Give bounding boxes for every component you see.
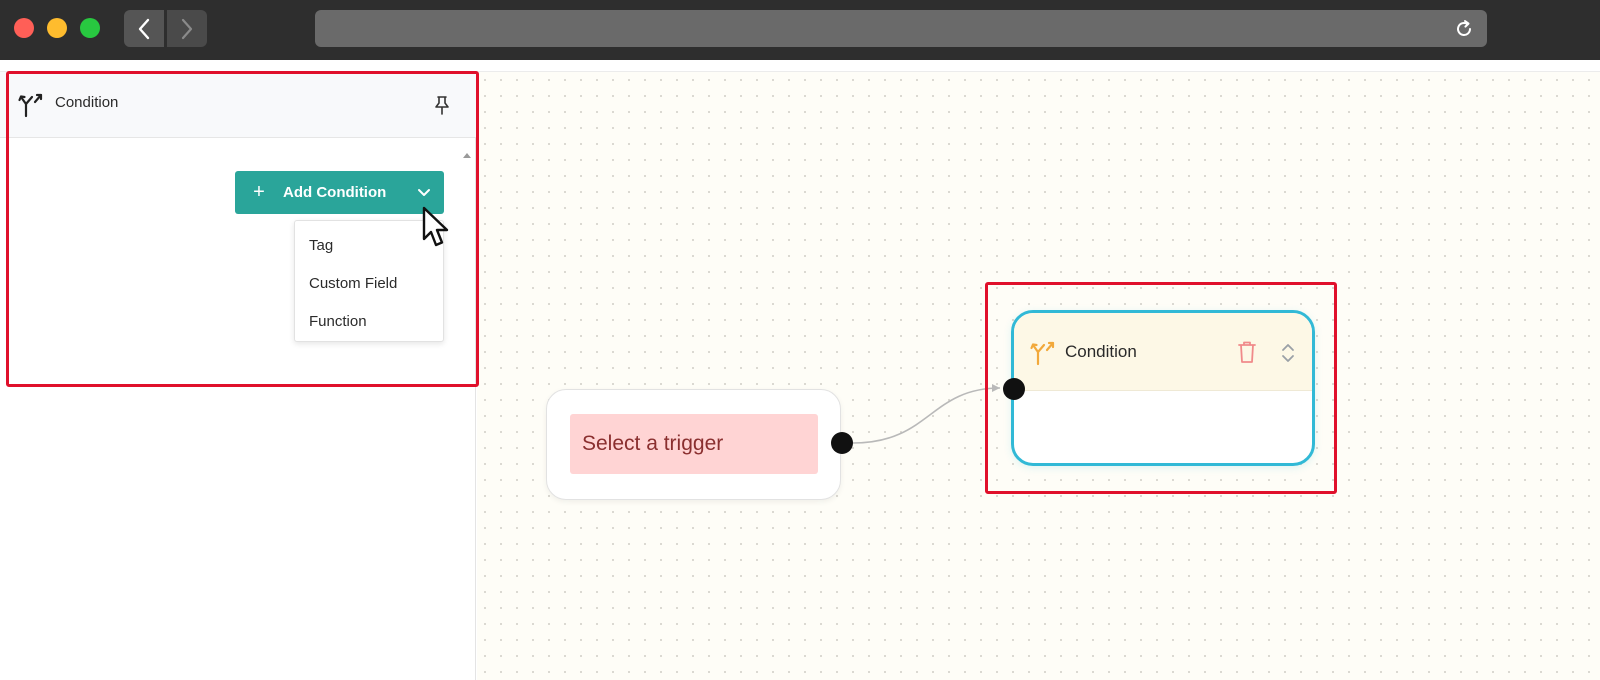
minimize-window-button[interactable]	[47, 18, 67, 38]
browser-toolbar	[0, 0, 1600, 60]
trigger-label: Select a trigger	[582, 432, 724, 455]
trigger-output-handle[interactable]	[831, 432, 853, 454]
forward-button[interactable]	[167, 10, 207, 47]
close-window-button[interactable]	[14, 18, 34, 38]
trigger-node[interactable]: Select a trigger	[546, 389, 841, 500]
chevron-left-icon	[138, 18, 150, 39]
select-trigger-box[interactable]: Select a trigger	[570, 414, 818, 474]
reload-icon[interactable]	[1453, 18, 1475, 40]
address-bar[interactable]	[315, 10, 1487, 47]
back-button[interactable]	[124, 10, 164, 47]
highlight-condition-node	[985, 282, 1337, 494]
chevron-right-icon	[181, 18, 193, 39]
highlight-panel	[6, 71, 479, 387]
zoom-window-button[interactable]	[80, 18, 100, 38]
app-area: Condition + Add Condition Tag Custom Fie…	[0, 60, 1600, 680]
